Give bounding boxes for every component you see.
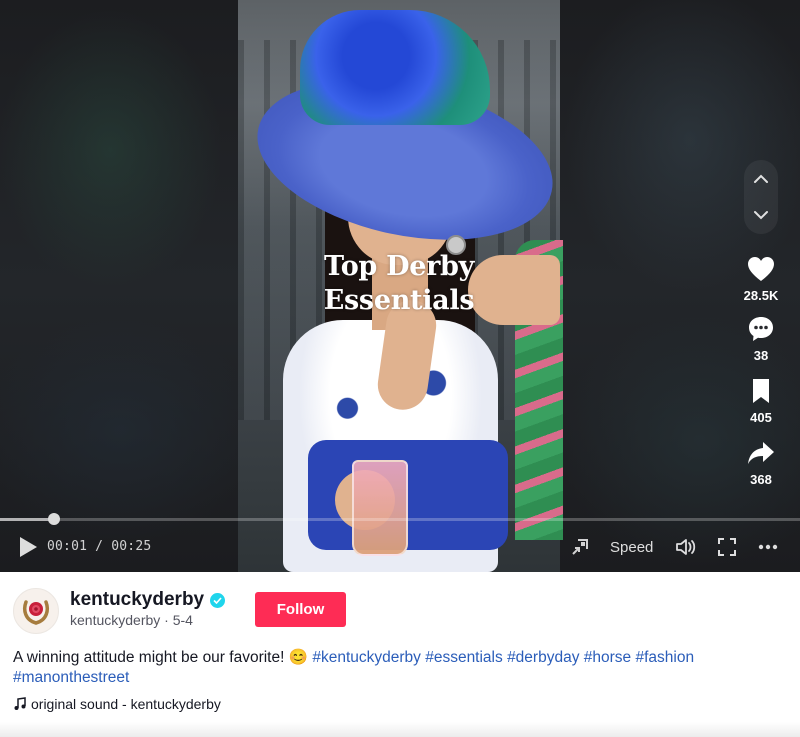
volume-icon	[676, 539, 696, 555]
time-separator: /	[87, 539, 112, 554]
hashtag-link[interactable]: #manonthestreet	[13, 669, 129, 686]
more-icon	[758, 544, 778, 550]
previous-video-button[interactable]	[744, 162, 778, 196]
like-action[interactable]: 28.5K	[736, 254, 786, 303]
kentucky-derby-logo-icon	[23, 600, 49, 625]
play-icon	[20, 537, 37, 557]
next-video-button[interactable]	[744, 198, 778, 232]
comment-icon	[749, 317, 773, 341]
share-icon	[748, 442, 774, 464]
author-meta: kentuckyderby · 5-4	[70, 612, 193, 628]
more-options-button[interactable]	[758, 536, 778, 558]
bottom-divider	[0, 722, 800, 737]
heart-icon	[748, 257, 774, 281]
author-username[interactable]: kentuckyderby	[70, 589, 204, 611]
video-player[interactable]: Top Derby Essentials 28.5K 38 405 368 00…	[0, 0, 800, 572]
like-count: 28.5K	[743, 288, 779, 303]
comment-count: 38	[753, 348, 769, 363]
hashtag-link[interactable]: #essentials	[425, 649, 503, 666]
speed-button[interactable]: Speed	[610, 536, 653, 558]
author-username-row[interactable]: kentuckyderby	[70, 589, 226, 611]
pip-icon	[572, 539, 588, 555]
hashtag-link[interactable]: #fashion	[635, 649, 694, 666]
music-note-icon	[14, 697, 26, 710]
overlay-line-1: Top Derby	[324, 251, 474, 282]
progress-fill	[0, 518, 54, 521]
play-button[interactable]	[18, 536, 40, 558]
overlay-line-2: Essentials	[323, 285, 475, 316]
time-total: 00:25	[111, 539, 152, 554]
post-date: 5-4	[172, 612, 193, 628]
save-action[interactable]: 405	[736, 376, 786, 425]
fullscreen-icon	[718, 538, 736, 556]
comment-action[interactable]: 38	[736, 314, 786, 363]
bookmark-icon	[753, 379, 769, 403]
volume-button[interactable]	[675, 536, 697, 558]
progress-track[interactable]	[0, 518, 800, 521]
share-count: 368	[750, 472, 772, 487]
hashtag-link[interactable]: #horse	[584, 649, 631, 666]
picture-in-picture-button[interactable]	[570, 536, 590, 558]
share-action[interactable]: 368	[736, 438, 786, 487]
fullscreen-button[interactable]	[718, 536, 736, 558]
meta-separator: ·	[160, 612, 173, 628]
video-caption: A winning attitude might be our favorite…	[13, 648, 773, 688]
drink-cup	[352, 460, 408, 556]
save-count: 405	[750, 410, 772, 425]
verified-icon	[210, 592, 226, 608]
sound-link[interactable]: original sound - kentuckyderby	[13, 696, 221, 712]
progress-handle[interactable]	[48, 513, 60, 525]
author-avatar[interactable]	[13, 588, 59, 634]
time-display: 00:01 / 00:25	[47, 539, 151, 554]
sound-label[interactable]: original sound - kentuckyderby	[31, 696, 221, 712]
hashtag-link[interactable]: #kentuckyderby	[312, 649, 421, 666]
author-handle: kentuckyderby	[70, 612, 161, 628]
hashtag-link[interactable]: #derbyday	[507, 649, 579, 666]
video-overlay-title: Top Derby Essentials	[238, 250, 560, 318]
follow-button[interactable]: Follow	[255, 592, 346, 627]
chevron-down-icon	[754, 211, 768, 220]
chevron-up-icon	[754, 174, 768, 183]
time-current: 00:01	[47, 539, 88, 554]
caption-text: A winning attitude might be our favorite…	[13, 649, 309, 666]
